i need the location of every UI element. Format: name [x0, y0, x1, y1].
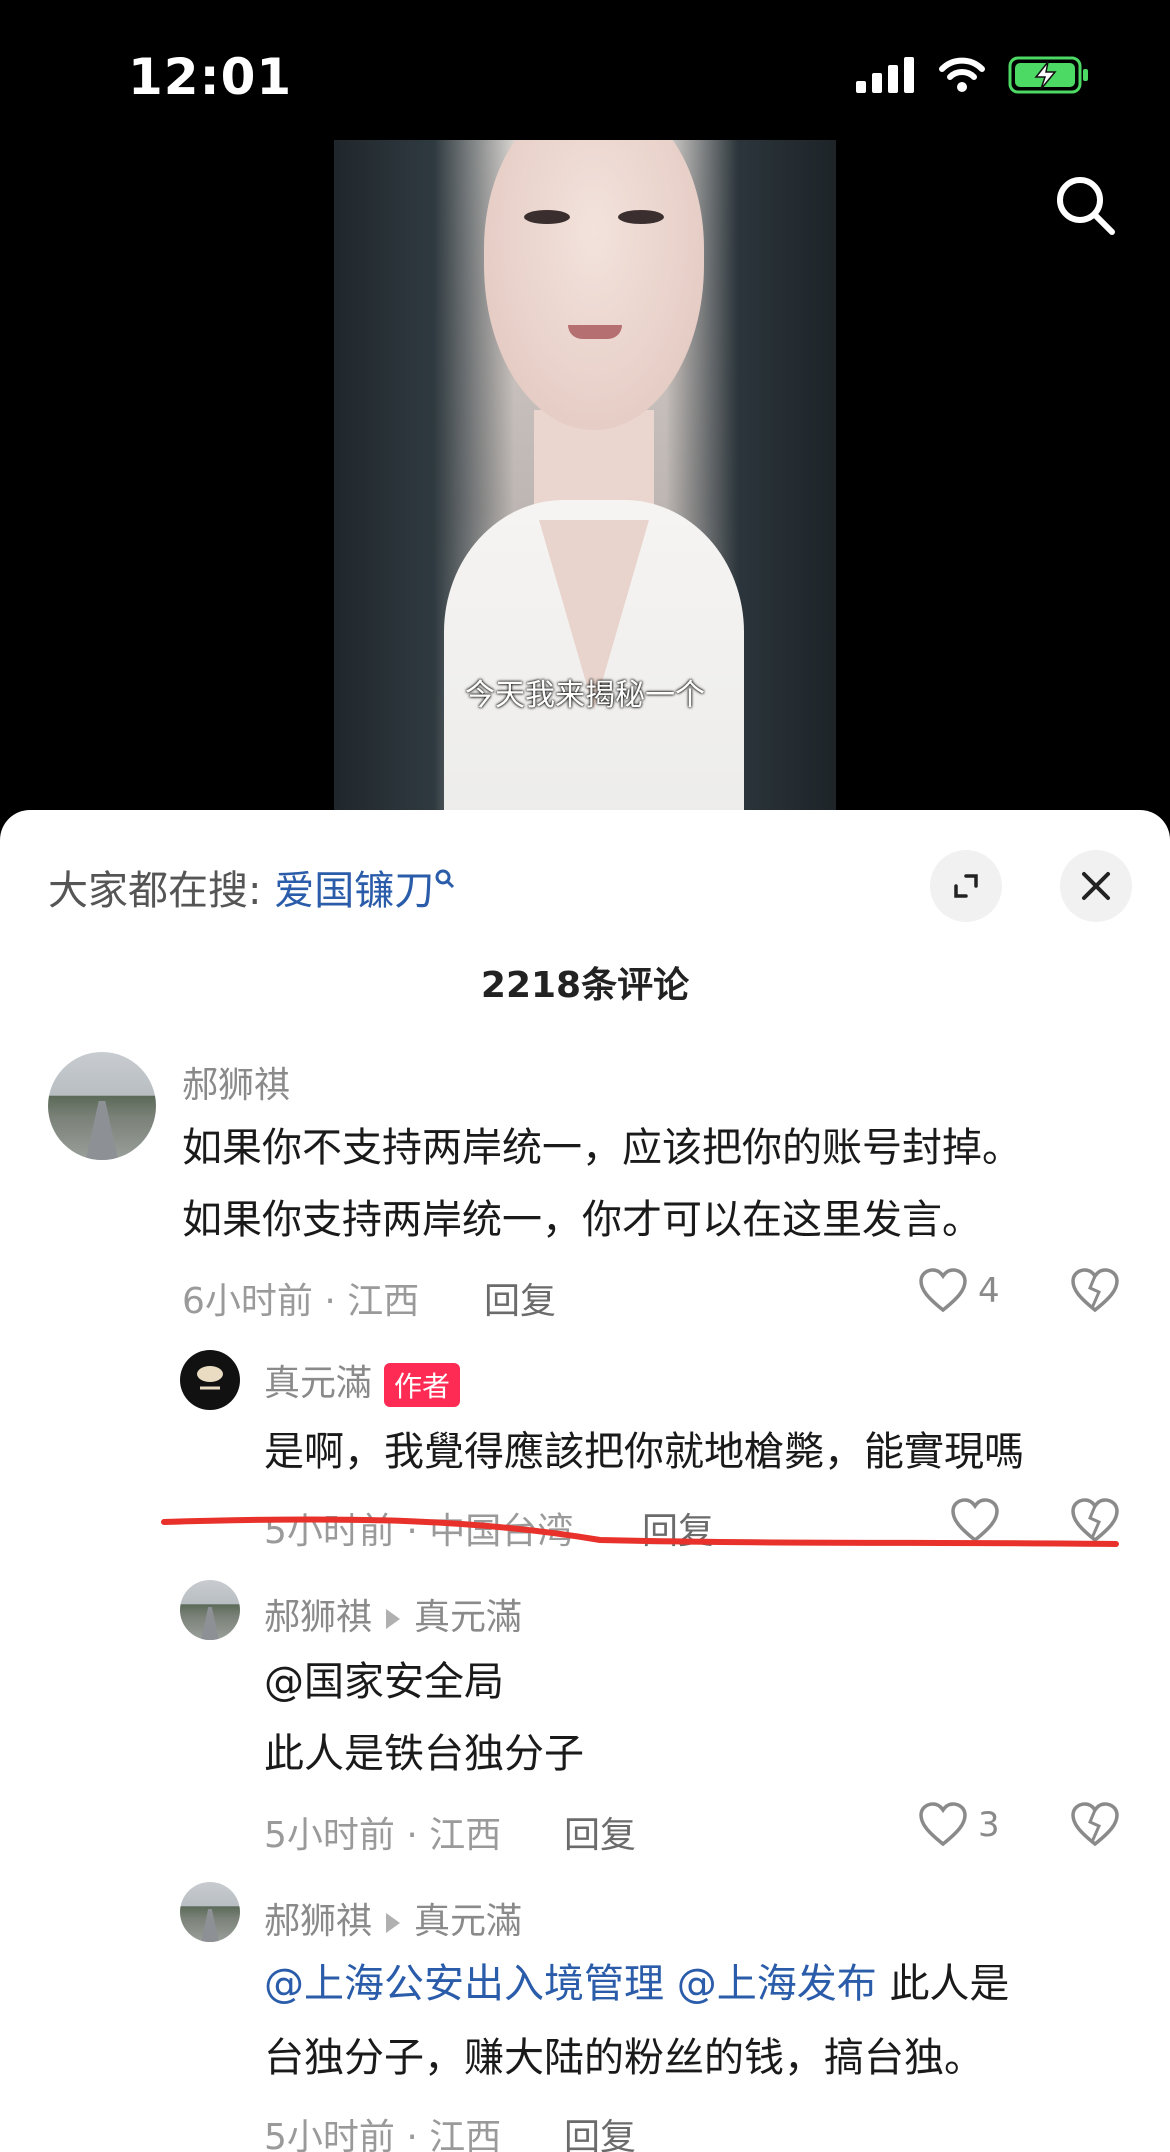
comment-meta: 6小时前 · 江西 — [182, 1281, 420, 1322]
mention[interactable]: @上海发布 — [677, 1961, 877, 2007]
comment-count: 2218条评论 — [480, 965, 690, 1006]
dislike-button[interactable] — [1070, 1802, 1120, 1852]
reply-arrow-icon — [386, 1913, 401, 1933]
video-eye-left — [524, 210, 570, 224]
reply-to-username[interactable]: 真元滿 — [414, 1597, 522, 1638]
comment-username[interactable]: 郝狮祺 — [182, 1056, 290, 1108]
author-badge: 作者 — [384, 1363, 461, 1407]
comment-text-rest: 此人是 — [889, 1961, 1010, 2007]
wifi-icon — [939, 57, 985, 92]
comment-text-line1: @上海公安出入境管理 @上海发布 此人是 — [264, 1948, 1009, 2020]
avatar-road — [201, 1909, 219, 1942]
broken-heart-icon — [1071, 1268, 1119, 1313]
expand-button[interactable] — [930, 850, 1002, 922]
username-text: 真元滿 — [264, 1363, 373, 1404]
mention[interactable]: @上海公安出入境管理 — [264, 1961, 664, 2007]
search-button[interactable] — [1050, 170, 1120, 240]
trending-prefix: 大家都在搜: — [48, 868, 262, 914]
comment-text-line2: 此人是铁台独分子 — [264, 1731, 584, 1777]
mention[interactable]: @国家安全局 — [264, 1659, 504, 1705]
red-underline-annotation — [161, 1516, 1119, 1547]
reply-button[interactable]: 回复 — [484, 1272, 556, 1324]
close-icon — [1082, 872, 1110, 900]
comment-text-line1: @国家安全局 — [264, 1646, 504, 1718]
battery-charging-icon — [1008, 56, 1088, 94]
comment-username[interactable]: 郝狮祺 真元滿 — [264, 1892, 522, 1944]
reply-button[interactable]: 回复 — [564, 1806, 636, 1858]
avatar[interactable] — [180, 1580, 240, 1640]
author-avatar[interactable] — [180, 1350, 240, 1410]
dislike-button[interactable] — [1070, 1268, 1120, 1318]
comment-text-line2: 台独分子，赚大陆的粉丝的钱，搞台独。 — [264, 2035, 984, 2081]
comment-text-line2: 如果你支持两岸统一，你才可以在这里发言。 — [182, 1197, 982, 1243]
avatar[interactable] — [48, 1052, 156, 1160]
username-text: 郝狮祺 — [264, 1597, 373, 1638]
comment-text: 是啊，我覺得應該把你就地槍斃，能實現嗎 — [264, 1429, 1024, 1475]
username-text: 郝狮祺 — [264, 1901, 373, 1942]
author-logo-icon — [197, 1366, 223, 1390]
status-time: 12:01 — [128, 48, 293, 106]
comment-username[interactable]: 郝狮祺 真元滿 — [264, 1588, 522, 1640]
comment-meta: 5小时前 · 江西 — [264, 2117, 502, 2152]
search-icon — [1057, 177, 1115, 235]
status-icons — [856, 56, 1090, 94]
reply-arrow-icon — [386, 1609, 401, 1629]
comment-username[interactable]: 真元滿 作者 — [264, 1354, 461, 1407]
heart-icon — [919, 1802, 967, 1847]
like-count: 3 — [978, 1805, 1000, 1845]
signal-icon — [856, 57, 914, 93]
close-button[interactable] — [1060, 850, 1132, 922]
small-search-icon — [435, 869, 455, 888]
expand-icon — [954, 874, 978, 898]
trending-keyword[interactable]: 爱国镰刀 — [274, 868, 434, 914]
reply-button[interactable]: 回复 — [564, 2108, 636, 2152]
video-mouth — [568, 325, 622, 339]
video-player[interactable]: 今天我来揭秘一个 — [334, 140, 836, 812]
video-subtitle: 今天我来揭秘一个 — [465, 678, 705, 713]
avatar[interactable] — [180, 1882, 240, 1942]
like-button[interactable]: 3 — [918, 1802, 1000, 1848]
video-eye-right — [618, 210, 664, 224]
comment-text-line1: 如果你不支持两岸统一，应该把你的账号封掉。 — [182, 1125, 1022, 1171]
broken-heart-icon — [1071, 1802, 1119, 1847]
avatar-road — [85, 1100, 119, 1160]
like-count: 4 — [978, 1271, 1000, 1311]
comment-meta: 5小时前 · 江西 — [264, 1815, 502, 1856]
avatar-road — [201, 1607, 219, 1640]
like-button[interactable]: 4 — [918, 1268, 1000, 1314]
heart-icon — [919, 1268, 967, 1313]
reply-to-username[interactable]: 真元滿 — [414, 1901, 522, 1942]
trending-search[interactable]: 大家都在搜: 爱国镰刀 — [48, 858, 456, 916]
